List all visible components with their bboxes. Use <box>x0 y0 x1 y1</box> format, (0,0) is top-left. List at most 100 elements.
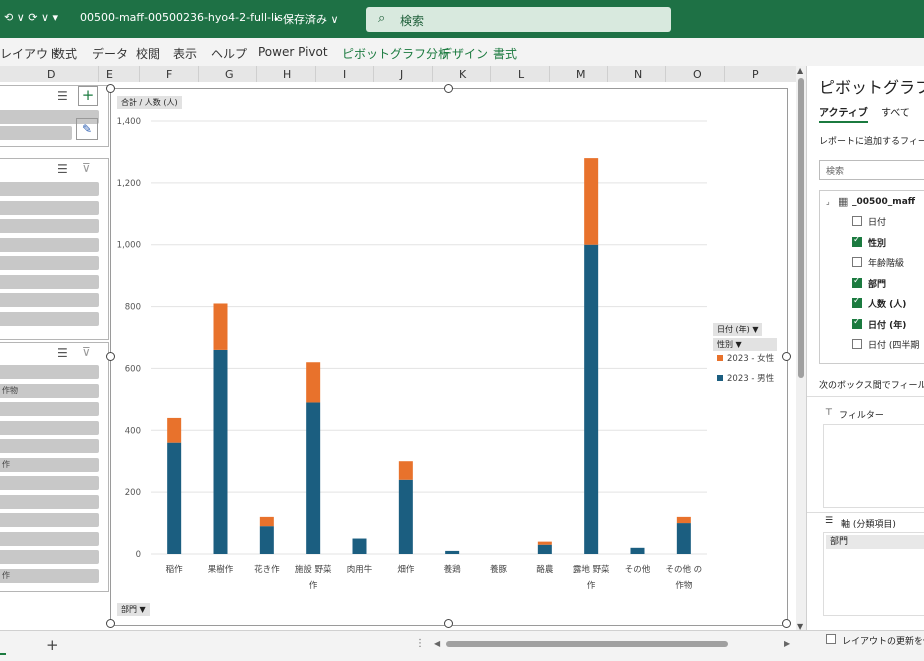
tab-layout[interactable]: レイアウト <box>0 45 60 62</box>
clear-filter-icon[interactable]: ⊽ <box>82 161 91 175</box>
column-n[interactable]: N <box>634 68 642 81</box>
x-tick-label: 稲作 <box>166 564 184 575</box>
add-icon[interactable]: + <box>78 86 98 106</box>
multi-select-icon[interactable]: ☰ <box>57 346 68 360</box>
tab-design[interactable]: デザイン <box>440 45 488 62</box>
resize-handle[interactable] <box>444 84 453 93</box>
slicer-item[interactable] <box>0 513 99 527</box>
field-checkbox[interactable] <box>852 257 862 267</box>
tab-format[interactable]: 書式 <box>493 45 517 62</box>
column-k[interactable]: K <box>459 68 466 81</box>
slicer-item[interactable] <box>0 256 99 270</box>
x-tick-label: 畑作 <box>397 564 415 575</box>
scroll-thumb[interactable] <box>798 78 804 378</box>
quick-access-toolbar[interactable]: ⟲ ∨ ⟳ ∨ ▾ <box>4 11 58 24</box>
tab-formulas[interactable]: 数式 <box>53 45 77 62</box>
slicer-item[interactable] <box>0 200 99 215</box>
column-o[interactable]: O <box>693 68 702 81</box>
slicer-item[interactable] <box>0 476 99 490</box>
column-h[interactable]: H <box>283 68 291 81</box>
legend-field-button-year[interactable]: 日付 (年) ▼ <box>713 323 763 336</box>
column-f[interactable]: F <box>166 68 172 81</box>
tab-help[interactable]: ヘルプ <box>211 45 247 62</box>
more-options-icon[interactable]: ⋮ <box>415 638 425 649</box>
slicer-item[interactable] <box>0 365 99 379</box>
column-g[interactable]: G <box>225 68 234 81</box>
slicer-item[interactable] <box>0 402 99 416</box>
slicer-item[interactable] <box>0 274 99 289</box>
field-checkbox[interactable] <box>852 317 862 329</box>
slicer-item[interactable] <box>0 494 99 509</box>
slicer-item[interactable] <box>0 237 99 252</box>
file-name[interactable]: 00500-maff-00500236-hyo4-2-full-lis··· <box>80 11 293 24</box>
axis-field-button[interactable]: 部門 ▼ <box>117 603 150 616</box>
tab-all[interactable]: すべて <box>881 104 910 119</box>
column-d[interactable]: D <box>47 68 55 81</box>
tab-active[interactable]: アクティブ <box>819 104 868 123</box>
slicer-3[interactable]: ☰ ⊽ 作物作作 <box>0 342 109 592</box>
column-m[interactable]: M <box>576 68 586 81</box>
multi-select-icon[interactable]: ☰ <box>57 89 68 103</box>
search-box[interactable]: ⌕ 検索 <box>366 7 671 32</box>
field-checkbox[interactable] <box>852 339 862 349</box>
resize-handle[interactable] <box>106 84 115 93</box>
resize-handle[interactable] <box>782 352 791 361</box>
scroll-right-icon[interactable]: ▶ <box>784 639 790 648</box>
slicer-item[interactable] <box>0 293 99 307</box>
tab-data[interactable]: データ <box>92 45 128 62</box>
legend-field-button-gender[interactable]: 性別 ▼ <box>713 338 777 351</box>
column-p[interactable]: P <box>752 68 759 81</box>
slicer-item[interactable] <box>0 550 99 564</box>
slicer-item[interactable] <box>0 219 99 233</box>
x-tick-label: 養豚 <box>490 564 508 575</box>
legend-label: 2023 - 女性 <box>727 353 775 364</box>
horizontal-scroll-thumb[interactable] <box>446 641 728 647</box>
field-search-input[interactable]: 検索 <box>819 160 924 180</box>
resize-handle[interactable] <box>106 619 115 628</box>
slicer-2[interactable]: ☰ ⊽ <box>0 158 109 340</box>
slicer-item[interactable] <box>0 126 72 140</box>
save-status[interactable]: • 保存済み ∨ <box>273 11 339 27</box>
scroll-left-icon[interactable]: ◀ <box>434 639 440 648</box>
field-checkbox[interactable] <box>852 296 862 308</box>
scroll-up-icon[interactable]: ▲ <box>797 66 803 75</box>
tab-view[interactable]: 表示 <box>173 45 197 62</box>
collapse-icon[interactable]: ⌟ <box>826 197 830 206</box>
clear-filter-icon[interactable]: ⊽ <box>82 345 91 359</box>
brush-icon[interactable]: ✎ <box>76 118 98 140</box>
resize-handle[interactable] <box>444 619 453 628</box>
field-checkbox[interactable] <box>852 235 862 247</box>
ribbon-tabs: レイアウト 数式 データ 校閲 表示 ヘルプ Power Pivot ピボットグ… <box>0 38 924 67</box>
axis-drop-area[interactable]: 部門 <box>823 532 924 616</box>
pivot-chart[interactable]: 合計 / 人数 (人) 1,400 1,200 1,000 800 600 400 200 0… <box>110 88 788 626</box>
tab-power-pivot[interactable]: Power Pivot <box>258 45 328 59</box>
column-i[interactable]: I <box>343 68 346 81</box>
slicer-item[interactable]: 作物 <box>0 383 99 398</box>
slicer-item[interactable] <box>0 182 99 196</box>
slicer-item[interactable]: 作 <box>0 568 99 583</box>
pane-title: ピボットグラフの <box>819 78 924 97</box>
column-e[interactable]: E <box>106 68 113 81</box>
filters-drop-area[interactable] <box>823 424 924 508</box>
vertical-scrollbar[interactable]: ▲ ▼ <box>796 66 806 636</box>
defer-update-box[interactable] <box>826 634 836 644</box>
tab-pivotchart-analyze[interactable]: ピボットグラフ分析 <box>342 45 450 62</box>
slicer-item[interactable] <box>0 311 99 326</box>
defer-update-label: レイアウトの更新を保 <box>842 637 924 647</box>
multi-select-icon[interactable]: ☰ <box>57 162 68 176</box>
sheet-tab-active[interactable] <box>0 633 6 655</box>
slicer-item[interactable] <box>0 420 99 435</box>
add-sheet-button[interactable]: + <box>46 636 59 654</box>
axis-field-item[interactable]: 部門 <box>826 535 924 549</box>
slicer-item[interactable] <box>0 439 99 453</box>
column-j[interactable]: J <box>400 68 403 81</box>
tab-review[interactable]: 校閲 <box>136 45 160 62</box>
resize-handle[interactable] <box>106 352 115 361</box>
field-checkbox[interactable] <box>852 216 862 226</box>
column-l[interactable]: L <box>518 68 524 81</box>
slicer-item[interactable]: 作 <box>0 457 99 472</box>
field-checkbox[interactable] <box>852 276 862 288</box>
slicer-1[interactable]: ☰ + ✎ <box>0 85 109 147</box>
resize-handle[interactable] <box>782 619 791 628</box>
slicer-item[interactable] <box>0 531 99 546</box>
